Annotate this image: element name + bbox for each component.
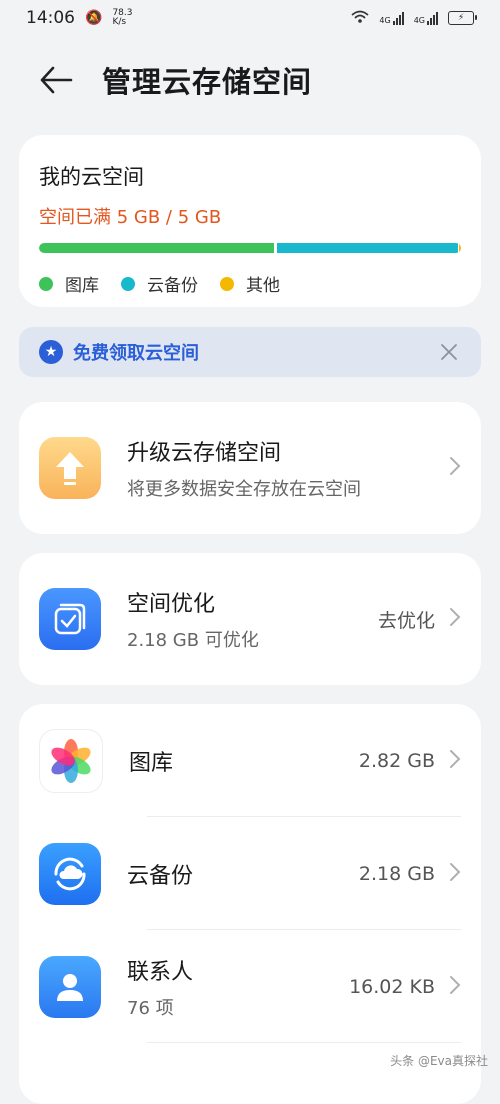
battery-icon: ⚡ [448,11,477,25]
signal-icon-2: 4G [414,11,438,25]
contacts-icon [39,955,101,1018]
legend-other: 其他 [220,271,280,296]
upgrade-title: 升级云存储空间 [127,441,282,466]
storage-usage-bar [39,243,461,253]
chevron-right-icon [449,605,461,633]
item-size: 2.18 GB [358,862,435,885]
item-subtitle: 76 项 [127,997,174,1019]
page-title: 管理云存储空间 [102,65,313,99]
item-size: 16.02 KB [349,975,435,998]
list-item-cloud-backup[interactable]: 云备份 2.18 GB [39,817,461,930]
legend-dot [220,276,234,291]
close-icon[interactable] [437,340,461,364]
upgrade-subtitle: 将更多数据安全存放在云空间 [127,479,361,500]
cloud-backup-icon [39,842,101,905]
chevron-right-icon [449,860,461,888]
item-title: 联系人 [127,959,194,985]
wifi-icon [351,10,369,27]
optimize-subtitle: 2.18 GB 可优化 [127,630,259,651]
storage-status: 空间已满 5 GB / 5 GB [39,207,222,228]
signal-icon-1: 4G [379,11,404,25]
bell-mute-icon: 🔕 [85,10,103,26]
list-item-contacts[interactable]: 联系人 76 项 16.02 KB [39,930,461,1043]
chevron-right-icon [449,454,461,482]
optimize-check-icon [39,588,101,650]
watermark: 头条 @Eva真探社 [390,1054,488,1068]
storage-summary-card: 我的云空间 空间已满 5 GB / 5 GB 图库 云备份 其他 [19,135,481,307]
optimize-title: 空间优化 [127,592,216,617]
usage-segment-backup [276,243,458,253]
item-title: 云备份 [127,863,194,889]
app-header: 管理云存储空间 [0,48,500,112]
free-space-banner[interactable]: ★ 免费领取云空间 [19,327,481,377]
usage-segment-gallery [39,243,274,253]
legend-dot [39,276,53,291]
legend-backup: 云备份 [121,271,198,296]
app-usage-list: 图库 2.82 GB 云备份 2.18 GB 联系人 76 项 16.02 KB [19,704,481,1104]
arrow-left-icon [40,66,73,94]
chevron-right-icon [449,973,461,1001]
optimize-action[interactable]: 去优化 [378,606,435,633]
usage-legend: 图库 云备份 其他 [39,271,461,296]
gallery-icon [39,728,103,793]
upgrade-storage-card[interactable]: 升级云存储空间 将更多数据安全存放在云空间 [19,402,481,534]
net-speed: 78.3 K/s [112,8,133,27]
storage-title: 我的云空间 [39,165,144,189]
banner-text: 免费领取云空间 [73,343,199,364]
legend-gallery: 图库 [39,271,99,296]
usage-segment-other [458,243,461,253]
chevron-right-icon [449,747,461,775]
list-item-gallery[interactable]: 图库 2.82 GB [39,704,461,817]
space-optimize-card[interactable]: 空间优化 2.18 GB 可优化 去优化 [19,553,481,685]
status-bar: 14:06 🔕 78.3 K/s 4G 4G ⚡ [0,0,500,36]
back-button[interactable] [32,56,80,104]
clock: 14:06 [26,8,75,28]
upload-arrow-icon [39,437,101,499]
legend-dot [121,276,135,291]
item-size: 2.82 GB [358,749,435,772]
star-badge-icon: ★ [39,340,63,364]
divider [147,1042,461,1043]
item-title: 图库 [129,750,174,776]
